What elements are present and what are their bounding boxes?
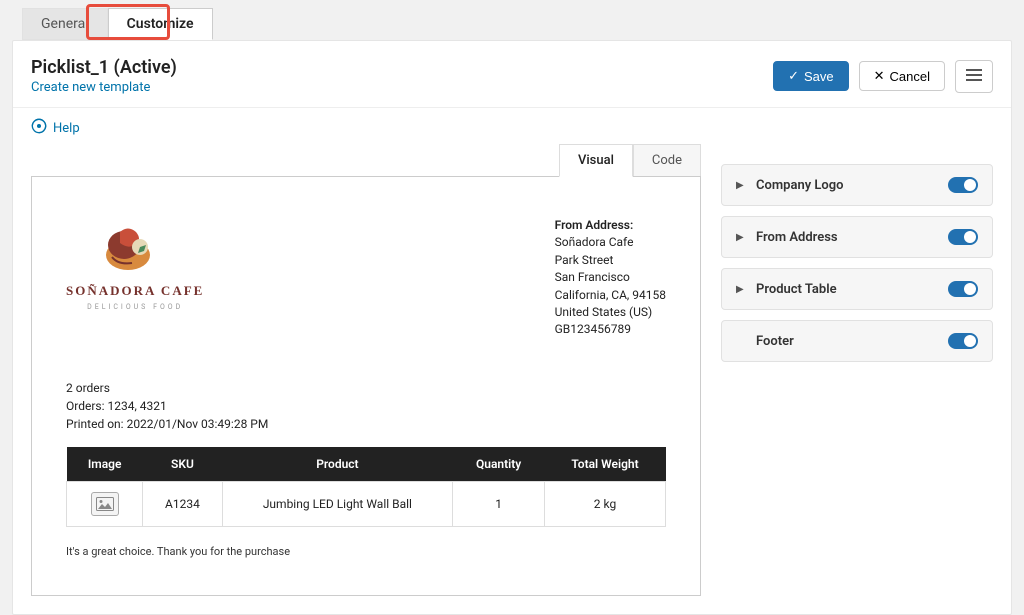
tab-code[interactable]: Code xyxy=(633,144,701,176)
from-region: California, CA, 94158 xyxy=(555,287,666,304)
th-product: Product xyxy=(222,447,453,482)
option-company-logo[interactable]: ▶ Company Logo xyxy=(721,164,993,206)
th-sku: SKU xyxy=(143,447,222,482)
brand-tagline: DELICIOUS FOOD xyxy=(87,303,183,311)
option-label: Product Table xyxy=(756,282,938,297)
preview-pane: SOÑADORA CAFE DELICIOUS FOOD From Addres… xyxy=(31,176,701,596)
check-icon: ✓ xyxy=(788,68,799,84)
footer-text: It's a great choice. Thank you for the p… xyxy=(66,545,666,558)
option-label: Company Logo xyxy=(756,178,938,193)
save-button[interactable]: ✓ Save xyxy=(773,61,849,91)
tab-general[interactable]: General xyxy=(22,8,108,40)
table-row: A1234 Jumbing LED Light Wall Ball 1 2 kg xyxy=(67,481,666,526)
from-address-block: From Address: Soñadora Cafe Park Street … xyxy=(555,217,666,339)
order-meta: 2 orders Orders: 1234, 4321 Printed on: … xyxy=(66,379,666,433)
option-label: Footer xyxy=(756,334,938,349)
toggle-from-address[interactable] xyxy=(948,229,978,245)
cell-image xyxy=(67,481,143,526)
hamburger-icon xyxy=(966,69,982,84)
cell-product: Jumbing LED Light Wall Ball xyxy=(222,481,453,526)
save-label: Save xyxy=(804,69,834,84)
options-panel: ▶ Company Logo ▶ From Address ▶ Product … xyxy=(721,164,993,362)
from-name: Soñadora Cafe xyxy=(555,234,666,251)
th-image: Image xyxy=(67,447,143,482)
cell-weight: 2 kg xyxy=(545,481,666,526)
tab-customize[interactable]: Customize xyxy=(108,8,213,40)
image-placeholder-icon xyxy=(91,492,119,516)
company-logo: SOÑADORA CAFE DELICIOUS FOOD xyxy=(66,217,204,339)
toggle-product-table[interactable] xyxy=(948,281,978,297)
cancel-label: Cancel xyxy=(890,69,930,84)
cell-qty: 1 xyxy=(453,481,545,526)
logo-image xyxy=(98,217,172,277)
product-table: Image SKU Product Quantity Total Weight xyxy=(66,447,666,527)
toggle-footer[interactable] xyxy=(948,333,978,349)
option-label: From Address xyxy=(756,230,938,245)
printed-on: Printed on: 2022/01/Nov 03:49:28 PM xyxy=(66,415,666,433)
toggle-company-logo[interactable] xyxy=(948,177,978,193)
create-new-template-link[interactable]: Create new template xyxy=(31,80,150,95)
chevron-right-icon: ▶ xyxy=(736,284,746,295)
tab-visual[interactable]: Visual xyxy=(559,144,633,177)
from-city: San Francisco xyxy=(555,269,666,286)
option-product-table[interactable]: ▶ Product Table xyxy=(721,268,993,310)
help-label: Help xyxy=(53,121,80,136)
th-weight: Total Weight xyxy=(545,447,666,482)
option-from-address[interactable]: ▶ From Address xyxy=(721,216,993,258)
help-icon xyxy=(31,118,47,138)
cancel-button[interactable]: ✕ Cancel xyxy=(859,61,945,91)
orders-list: Orders: 1234, 4321 xyxy=(66,397,666,415)
help-link[interactable]: Help xyxy=(31,118,701,138)
from-street: Park Street xyxy=(555,252,666,269)
from-label: From Address: xyxy=(555,217,666,234)
close-icon: ✕ xyxy=(874,68,885,84)
orders-count: 2 orders xyxy=(66,379,666,397)
from-code: GB123456789 xyxy=(555,321,666,338)
brand-name: SOÑADORA CAFE xyxy=(66,283,204,299)
hamburger-menu-button[interactable] xyxy=(955,60,993,93)
chevron-right-icon: ▶ xyxy=(736,232,746,243)
from-country: United States (US) xyxy=(555,304,666,321)
cell-sku: A1234 xyxy=(143,481,222,526)
option-footer[interactable]: ▶ Footer xyxy=(721,320,993,362)
page-title: Picklist_1 (Active) xyxy=(31,57,773,78)
th-qty: Quantity xyxy=(453,447,545,482)
chevron-right-icon: ▶ xyxy=(736,180,746,191)
